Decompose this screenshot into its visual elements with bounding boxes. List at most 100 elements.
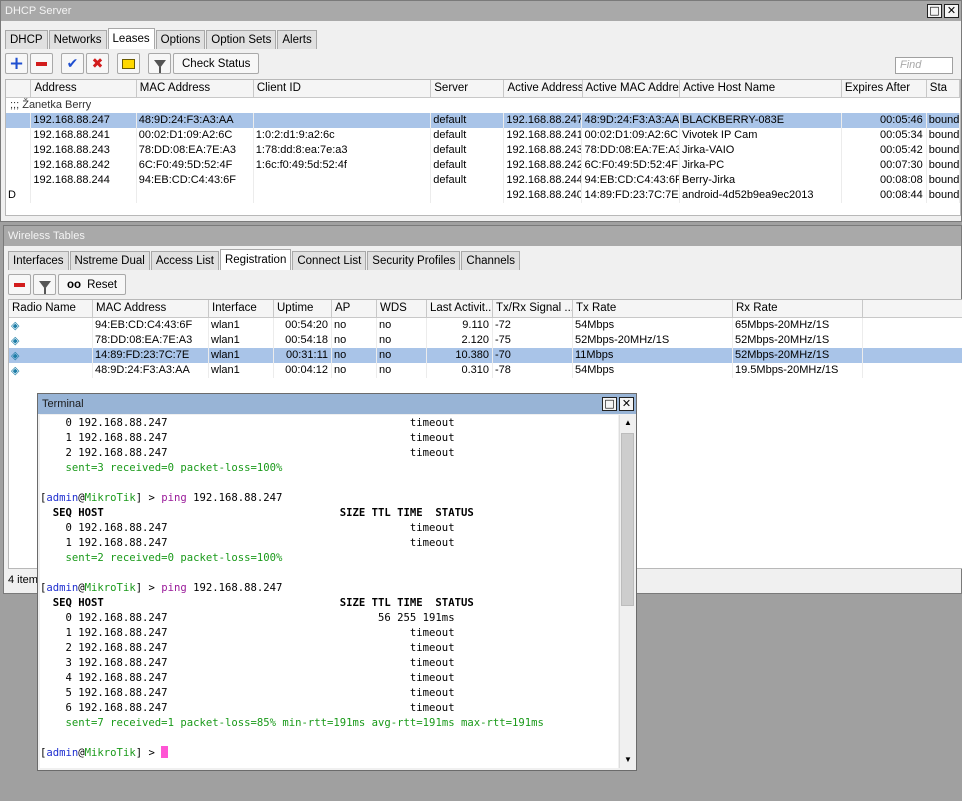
lease-host: android-4d52b9ea9ec2013 <box>680 188 842 203</box>
terminal-scrollbar[interactable]: ▲ ▼ <box>619 415 635 768</box>
column-header[interactable]: Server <box>431 80 505 97</box>
radio-name-cell: ◈ <box>9 333 93 348</box>
tab-option-sets[interactable]: Option Sets <box>206 30 277 49</box>
tab-networks[interactable]: Networks <box>48 30 107 49</box>
tab-dhcp[interactable]: DHCP <box>5 30 48 49</box>
remove-button[interactable] <box>8 274 31 295</box>
terminal-line: [admin@MikroTik] > ping 192.168.88.247 <box>40 491 282 506</box>
wireless-title: Wireless Tables <box>8 230 85 242</box>
tab-access-list[interactable]: Access List <box>150 251 219 270</box>
lease-row[interactable]: 192.168.88.244 94:EB:CD:C4:43:6F default 19… <box>6 173 960 188</box>
column-header[interactable]: MAC Address <box>137 80 254 97</box>
column-header[interactable]: Active Host Name <box>680 80 842 97</box>
column-header[interactable]: Uptime <box>274 300 332 317</box>
column-header[interactable]: Active Address <box>504 80 583 97</box>
lease-row[interactable]: 192.168.88.241 00:02:D1:09:A2:6C 1:0:2:d1:… <box>6 128 960 143</box>
column-header[interactable]: Tx/Rx Signal ... <box>493 300 573 317</box>
lease-server: default <box>431 158 505 173</box>
lease-mac <box>137 188 254 203</box>
add-button[interactable]: + <box>5 53 28 74</box>
dhcp-toolbar: + ✔ ✖ Check Status <box>5 53 260 74</box>
column-header[interactable]: AP <box>332 300 377 317</box>
lease-row[interactable]: 192.168.88.243 78:DD:08:EA:7E:A3 1:78:dd:8… <box>6 143 960 158</box>
reset-button[interactable]: oo Reset <box>58 274 127 295</box>
terminal-output[interactable]: 0 192.168.88.247 timeout 1 192.168.88.24… <box>40 415 618 768</box>
reg-iface: wlan1 <box>209 348 274 363</box>
tab-leases[interactable]: Leases <box>107 28 155 49</box>
remove-button[interactable] <box>30 53 53 74</box>
column-header[interactable]: Client ID <box>254 80 432 97</box>
tab-alerts[interactable]: Alerts <box>277 30 317 49</box>
close-icon[interactable]: ✕ <box>944 4 959 18</box>
tab-channels[interactable]: Channels <box>461 251 520 270</box>
scroll-up-icon[interactable]: ▲ <box>620 415 636 431</box>
terminal-line: 2 192.168.88.247 timeout <box>40 446 455 461</box>
column-header[interactable]: Address <box>31 80 137 97</box>
column-header[interactable]: Sta <box>927 80 960 97</box>
comment-button[interactable] <box>117 53 140 74</box>
lease-host: Jirka-VAIO <box>680 143 842 158</box>
find-input[interactable]: Find <box>895 57 953 74</box>
tab-connect-list[interactable]: Connect List <box>292 251 367 270</box>
reg-ap: no <box>332 348 377 363</box>
tab-registration[interactable]: Registration <box>219 249 292 270</box>
lease-row[interactable]: 192.168.88.247 48:9D:24:F3:A3:AA default 19… <box>6 113 960 128</box>
reg-wds: no <box>377 348 427 363</box>
lease-mac: 94:EB:CD:C4:43:6F <box>137 173 254 188</box>
lease-mac: 48:9D:24:F3:A3:AA <box>137 113 254 128</box>
registration-row[interactable]: ◈ 14:89:FD:23:7C:7E wlan1 00:31:11 no no 10.38… <box>9 348 962 363</box>
lease-status: bound <box>928 113 960 128</box>
lease-active-mac: 48:9D:24:F3:A3:AA <box>584 113 680 128</box>
terminal-titlebar[interactable]: Terminal □ ✕ <box>38 394 636 414</box>
column-header[interactable]: Tx Rate <box>573 300 733 317</box>
scroll-down-icon[interactable]: ▼ <box>620 752 636 768</box>
group-comment-row[interactable]: ;;; Žanetka Berry <box>6 98 960 113</box>
registration-row[interactable]: ◈ 48:9D:24:F3:A3:AA wlan1 00:04:12 no no 0.310… <box>9 363 962 378</box>
tab-options[interactable]: Options <box>155 30 206 49</box>
lease-status: bound <box>928 173 960 188</box>
column-header[interactable]: Rx Rate <box>733 300 863 317</box>
wireless-titlebar[interactable]: Wireless Tables <box>4 226 961 246</box>
column-header[interactable]: Expires After <box>842 80 927 97</box>
disable-button[interactable]: ✖ <box>86 53 109 74</box>
column-header[interactable]: WDS <box>377 300 427 317</box>
lease-row[interactable]: D 192.168.88.240 14:89:FD:23:7C:7E android-… <box>6 188 960 203</box>
lease-status: bound <box>928 128 960 143</box>
lease-row[interactable]: 192.168.88.242 6C:F0:49:5D:52:4F 1:6c:f0:4… <box>6 158 960 173</box>
reg-uptime: 00:54:20 <box>274 318 332 333</box>
reset-icon: oo <box>67 278 82 291</box>
tab-security-profiles[interactable]: Security Profiles <box>367 251 461 270</box>
close-icon[interactable]: ✕ <box>619 397 634 411</box>
filter-button[interactable] <box>148 53 171 74</box>
column-header[interactable]: Radio Name <box>9 300 93 317</box>
maximize-icon[interactable]: □ <box>927 4 942 18</box>
lease-expires: 00:05:46 <box>842 113 927 128</box>
check-status-button[interactable]: Check Status <box>173 53 260 74</box>
column-header[interactable]: Last Activit... <box>427 300 493 317</box>
column-header[interactable]: Active MAC Addre... <box>583 80 681 97</box>
registration-row[interactable]: ◈ 78:DD:08:EA:7E:A3 wlan1 00:54:18 no no 2.120… <box>9 333 962 348</box>
terminal-text: 1 192.168.88.247 timeout <box>40 537 455 549</box>
reset-label: Reset <box>87 278 118 291</box>
terminal-text: 2 192.168.88.247 timeout <box>40 447 455 459</box>
enable-button[interactable]: ✔ <box>61 53 84 74</box>
terminal-text: ] > <box>135 492 162 504</box>
maximize-icon[interactable]: □ <box>602 397 617 411</box>
lease-address: 192.168.88.247 <box>31 113 137 128</box>
lease-flag <box>6 128 32 143</box>
tab-interfaces[interactable]: Interfaces <box>8 251 69 270</box>
filter-button[interactable] <box>33 274 56 295</box>
dhcp-titlebar[interactable]: DHCP Server □ ✕ <box>1 1 961 21</box>
scrollbar-thumb[interactable] <box>621 433 634 606</box>
registration-row[interactable]: ◈ 94:EB:CD:C4:43:6F wlan1 00:54:20 no no 9.110… <box>9 318 962 333</box>
column-header[interactable]: Interface <box>209 300 274 317</box>
reg-rx: 65Mbps-20MHz/1S <box>733 318 863 333</box>
terminal-text: ] > <box>135 582 162 594</box>
tab-nstreme-dual[interactable]: Nstreme Dual <box>69 251 150 270</box>
column-header[interactable]: MAC Address <box>93 300 209 317</box>
reg-uptime: 00:54:18 <box>274 333 332 348</box>
lease-server: default <box>431 173 505 188</box>
lease-active-address: 192.168.88.247 <box>506 113 583 128</box>
terminal-line: 0 192.168.88.247 56 255 191ms <box>40 611 455 626</box>
